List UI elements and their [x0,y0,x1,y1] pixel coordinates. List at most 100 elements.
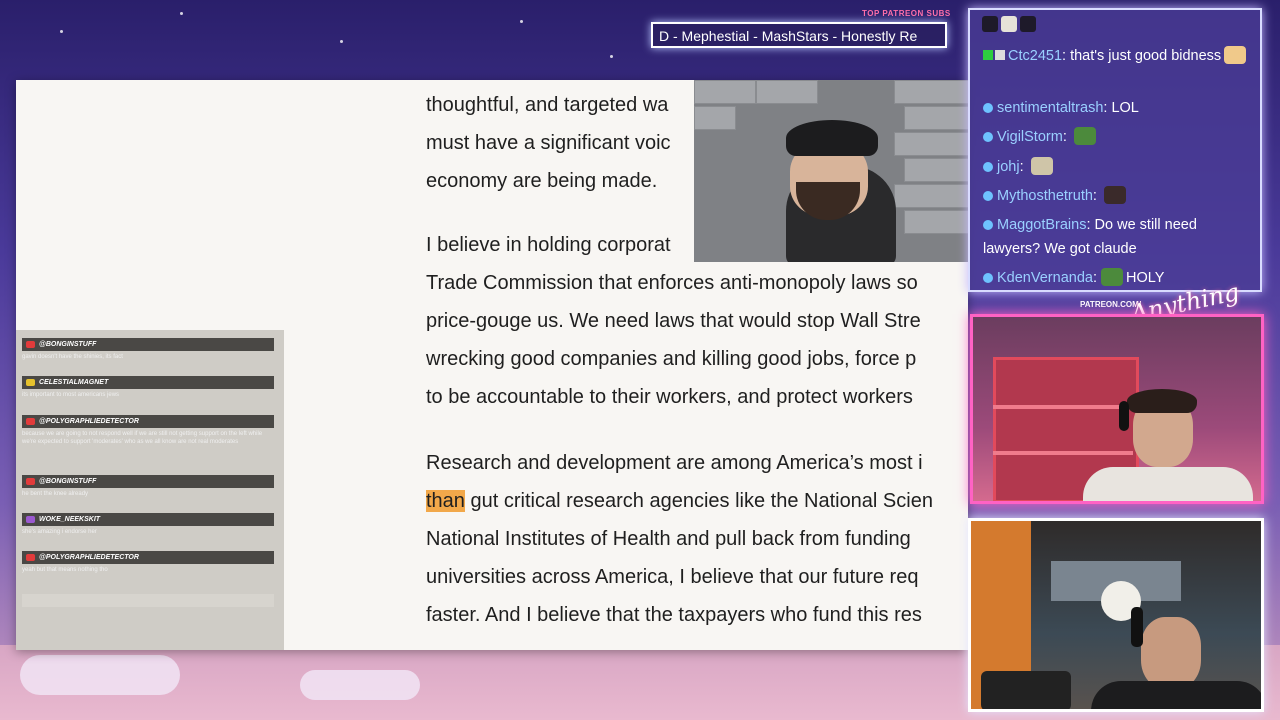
guest-face [1141,617,1201,689]
side-chat-entry: @BONGINSTUFF he bent the knee already [22,475,274,498]
highlighted-word: than [426,490,465,512]
article-line: universities across America, I believe t… [426,566,919,588]
chat-username[interactable]: VigilStorm [997,129,1063,145]
chat-message: sentimentaltrash: LOL [983,96,1253,120]
emote-icon [1030,157,1053,175]
chat-message: VigilStorm: [983,125,1253,149]
article-line: to be accountable to their workers, and … [426,386,913,408]
wall-brick [904,158,968,182]
badge-icon [983,50,993,60]
side-chat-entry: @POLYGRAPHLIEDETECTOR because we are goi… [22,415,274,446]
chat-username[interactable]: sentimentaltrash [997,100,1103,116]
chat-username[interactable]: Mythosthetruth [997,188,1093,204]
side-chat-header: WOKE_NEEKSKIT [22,513,274,526]
badge-icon [983,132,993,142]
side-chat-text: she's amazing i endorse her [22,529,97,535]
side-chat-entry: CELESTIALMAGNET its important to most am… [22,376,274,399]
article-line: economy are being made. [426,170,658,192]
chat-text: LOL [1111,100,1139,116]
chat-username[interactable]: johj [997,159,1020,175]
emote-icon [1020,16,1036,32]
article-line: National Institutes of Health and pull b… [426,528,911,550]
youtube-icon [26,554,35,561]
side-chat-user: @BONGINSTUFF [39,478,97,485]
side-chat-entry: WOKE_NEEKSKIT she's amazing i endorse he… [22,513,274,536]
chat-separator: : [1062,48,1071,64]
article-line: Trade Commission that enforces anti-mono… [426,272,918,294]
badge-icon [983,162,993,172]
article-line: thoughtful, and targeted wa [426,94,669,116]
emote-icon [1103,186,1126,204]
side-chat-header: CELESTIALMAGNET [22,376,274,389]
side-chat-text: because we are going to not respond well… [22,431,263,445]
background-star [340,40,343,43]
chat-username[interactable]: KdenVernanda [997,270,1093,286]
article-line: I believe in holding corporat [426,234,671,256]
side-chat-user: WOKE_NEEKSKIT [39,516,101,523]
side-chat-header: @POLYGRAPHLIEDETECTOR [22,551,274,564]
wall-brick [904,210,968,234]
emote-icon [1224,46,1247,64]
chat-username[interactable]: MaggotBrains [997,217,1086,233]
chat-separator: : [1092,188,1101,204]
wall-brick [694,80,756,104]
side-chat-text: yeah but that means nothing tho [22,567,108,573]
shelf-divider [993,451,1133,455]
chat-username[interactable]: Ctc2451 [1008,48,1062,64]
chat-separator: : [1092,270,1102,286]
side-chat-user: @BONGINSTUFF [39,341,97,348]
article-line: than gut critical research agencies like… [426,487,933,515]
cap-icon [786,120,878,156]
background-star [520,20,523,23]
wall-brick [904,106,968,130]
badge-icon [983,273,993,283]
chat-message: MaggotBrains: Do we still need lawyers? … [983,213,1253,261]
background-star [60,30,63,33]
background-star [610,55,613,58]
article-line: Research and development are among Ameri… [426,452,923,474]
wall-brick [894,80,968,104]
shelf-divider [993,405,1133,409]
twitch-chat-panel[interactable]: Ctc2451: that's just good bidness sentim… [968,8,1262,292]
chat-text: that's just good bidness [1070,48,1222,64]
twitch-icon [26,516,35,523]
wall-brick [894,184,968,208]
streamer-webcam [694,80,968,262]
article-line: price-gouge us. We need laws that would … [426,310,921,332]
article-line: must have a significant voic [426,132,671,154]
top-patreon-label: TOP PATREON SUBS [862,9,951,18]
guest-webcam-2 [968,518,1264,712]
guest-webcam-1 [970,314,1264,504]
side-chat-text: its important to most americans jews [22,392,120,398]
guest-hair [1127,389,1197,413]
badge-icon [983,220,993,230]
chat-separator: : [1086,217,1095,233]
side-chat-header: @BONGINSTUFF [22,338,274,351]
wall-brick [756,80,818,104]
headphones-icon [1131,607,1143,647]
youtube-icon [26,418,35,425]
background-cloud [20,655,180,695]
side-chat-fading-entry [22,594,274,607]
emote-icon [982,16,998,32]
emote-icon [1001,16,1017,32]
side-chat-entry: @BONGINSTUFF gavin doesn't have the shin… [22,338,274,361]
side-chat-user: @POLYGRAPHLIEDETECTOR [39,554,139,561]
side-chat-header: @POLYGRAPHLIEDETECTOR [22,415,274,428]
side-chat-user: CELESTIALMAGNET [39,379,109,386]
side-chat-user: @POLYGRAPHLIEDETECTOR [39,418,139,425]
member-badge-icon [26,379,35,386]
article-line: wrecking good companies and killing good… [426,348,917,370]
emote-icon [1101,268,1124,286]
wall-brick [694,106,736,130]
side-chat-text: he bent the knee already [22,491,89,497]
chat-message: Ctc2451: that's just good bidness [983,44,1253,68]
side-chat-overlay: @BONGINSTUFF gavin doesn't have the shin… [16,330,284,650]
article-line: faster. And I believe that the taxpayers… [426,604,922,626]
chat-separator: : [1062,129,1071,145]
emote-icon [1073,127,1096,145]
guest-shirt [1091,681,1261,709]
wall-brick [894,132,968,156]
background-cloud [300,670,420,700]
youtube-icon [26,478,35,485]
